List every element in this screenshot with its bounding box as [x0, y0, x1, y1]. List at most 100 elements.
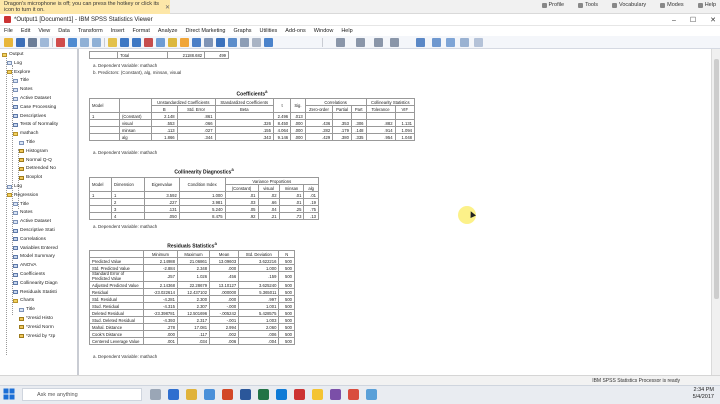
menu-help[interactable]: Help: [341, 28, 352, 34]
goto-data-icon[interactable]: [108, 38, 117, 47]
powerpoint-icon[interactable]: [222, 389, 233, 400]
print-icon[interactable]: [28, 38, 37, 47]
nav-item[interactable]: Explore: [7, 70, 30, 75]
undo-icon[interactable]: [80, 38, 89, 47]
nav-item[interactable]: Descriptives: [13, 114, 46, 119]
menu-view[interactable]: View: [38, 28, 50, 34]
chrome-icon[interactable]: [312, 389, 323, 400]
nav-item[interactable]: Notes: [13, 210, 33, 215]
goto-case-icon[interactable]: [120, 38, 129, 47]
link-modes[interactable]: Modes: [660, 2, 684, 8]
link-vocabulary[interactable]: Vocabulary: [611, 2, 646, 8]
insert-page-break-icon[interactable]: [264, 38, 273, 47]
taskbar-search-input[interactable]: Ask me anything: [22, 388, 142, 401]
close-button[interactable]: ✕: [710, 16, 716, 24]
nav-item[interactable]: Model Summary: [13, 254, 55, 259]
dragon-icon[interactable]: [348, 389, 359, 400]
menu-format[interactable]: Format: [132, 28, 149, 34]
scrollbar-thumb[interactable]: [714, 59, 719, 299]
nav-item[interactable]: mathach: [13, 131, 38, 136]
export-icon[interactable]: [56, 38, 65, 47]
use-sets-icon[interactable]: [156, 38, 165, 47]
nav-item[interactable]: Tests of Normality: [13, 122, 58, 127]
nav-item[interactable]: *zresid by *zp: [19, 334, 55, 339]
nav-item[interactable]: Case Processing: [13, 105, 56, 110]
nav-item[interactable]: Charts: [13, 298, 34, 303]
outlook-icon[interactable]: [276, 389, 287, 400]
nav-item[interactable]: Title: [13, 202, 29, 207]
excel-icon[interactable]: [258, 389, 269, 400]
menu-add-ons[interactable]: Add-ons: [285, 28, 306, 34]
nav-item[interactable]: ANOVA: [13, 263, 36, 268]
menu-file[interactable]: File: [4, 28, 13, 34]
menu-analyze[interactable]: Analyze: [158, 28, 178, 34]
demote-icon[interactable]: [356, 38, 365, 47]
menu-direct-marketing[interactable]: Direct Marketing: [185, 28, 225, 34]
nav-item[interactable]: Collinearity Diagn: [13, 281, 58, 286]
nav-item[interactable]: Regression: [7, 193, 38, 198]
show-icon[interactable]: [416, 38, 425, 47]
select-last-output-icon[interactable]: [192, 38, 201, 47]
minimize-button[interactable]: –: [672, 17, 676, 24]
nav-item[interactable]: Coefficients: [13, 272, 45, 277]
nav-item[interactable]: Title: [13, 78, 29, 83]
file-explorer-icon[interactable]: [186, 389, 197, 400]
skype-icon[interactable]: [366, 389, 377, 400]
spss-taskbar-icon[interactable]: [294, 389, 305, 400]
nav-item[interactable]: Notes: [13, 87, 33, 92]
nav-item[interactable]: Active Dataset: [13, 96, 51, 101]
menu-edit[interactable]: Edit: [21, 28, 30, 34]
onenote-icon[interactable]: [330, 389, 341, 400]
link-profile[interactable]: Profile: [541, 2, 564, 8]
nav-item[interactable]: Active Dataset: [13, 219, 51, 224]
expand-icon[interactable]: [374, 38, 383, 47]
nav-item[interactable]: Residuals Statisti: [13, 290, 57, 295]
nav-item[interactable]: Variables Entered: [13, 246, 58, 251]
taskbar-clock[interactable]: 2:34 PM 5/4/2017: [693, 387, 714, 401]
menu-transform[interactable]: Transform: [78, 28, 103, 34]
show-all-icon[interactable]: [204, 38, 213, 47]
menu-data[interactable]: Data: [58, 28, 70, 34]
store-icon[interactable]: [204, 389, 215, 400]
variables-icon[interactable]: [144, 38, 153, 47]
nav-item[interactable]: Title: [19, 140, 35, 145]
nav-item[interactable]: Normal Q-Q: [19, 158, 52, 163]
link-tools[interactable]: Tools: [578, 2, 598, 8]
print-preview-icon[interactable]: [40, 38, 49, 47]
close-icon[interactable]: ✕: [165, 4, 170, 11]
nav-item[interactable]: Output: [2, 52, 23, 57]
menu-graphs[interactable]: Graphs: [233, 28, 251, 34]
redo-icon[interactable]: [92, 38, 101, 47]
collapse-icon[interactable]: [390, 38, 399, 47]
designate-window-icon[interactable]: [180, 38, 189, 47]
promote-icon[interactable]: [336, 38, 345, 47]
menu-utilities[interactable]: Utilities: [260, 28, 278, 34]
nav-item[interactable]: *zresid Norm: [19, 325, 54, 330]
insert-text-icon[interactable]: [240, 38, 249, 47]
edge-icon[interactable]: [168, 389, 179, 400]
recall-dialog-icon[interactable]: [68, 38, 77, 47]
maximize-button[interactable]: ☐: [690, 16, 696, 24]
nav-item[interactable]: Histogram: [19, 149, 48, 154]
insert-heading-icon[interactable]: [216, 38, 225, 47]
nav-item[interactable]: Detrended No: [19, 166, 56, 171]
hide-icon[interactable]: [432, 38, 441, 47]
nav-item[interactable]: Log: [7, 61, 22, 66]
chart-builder-icon[interactable]: [168, 38, 177, 47]
task-view-icon[interactable]: [150, 389, 161, 400]
open-icon[interactable]: [4, 38, 13, 47]
nav-item[interactable]: *zresid Histo: [19, 316, 53, 321]
nav-item[interactable]: Title: [19, 307, 35, 312]
nav-item[interactable]: Log: [7, 184, 22, 189]
insert-title-icon[interactable]: [228, 38, 237, 47]
windows-start-icon[interactable]: [3, 388, 15, 400]
insert-image-icon[interactable]: [252, 38, 261, 47]
save-icon[interactable]: [16, 38, 25, 47]
menu-insert[interactable]: Insert: [111, 28, 125, 34]
link-help[interactable]: Help: [697, 2, 716, 8]
insert-text-file-icon[interactable]: [446, 38, 455, 47]
nav-item[interactable]: Descriptive Stati: [13, 228, 55, 233]
nav-item[interactable]: Boxplot: [19, 175, 42, 180]
run-autoscript-icon[interactable]: [474, 38, 483, 47]
nav-item[interactable]: Correlations: [13, 237, 46, 242]
